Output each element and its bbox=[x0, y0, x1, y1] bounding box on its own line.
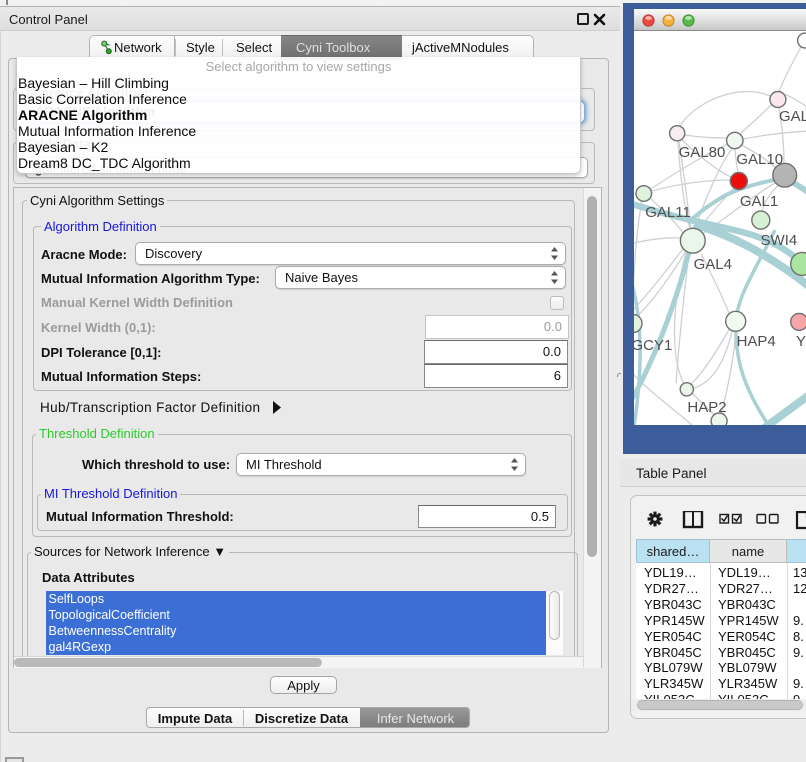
svg-text:GAL11: GAL11 bbox=[645, 204, 691, 221]
svg-text:GAL80: GAL80 bbox=[679, 144, 726, 161]
svg-text:SWI4: SWI4 bbox=[761, 232, 798, 249]
svg-text:Y: Y bbox=[796, 333, 806, 350]
svg-text:HAP4: HAP4 bbox=[737, 333, 776, 350]
svg-text:GAL1: GAL1 bbox=[740, 193, 778, 210]
svg-text:GAL10: GAL10 bbox=[736, 151, 783, 168]
svg-text:HAP2: HAP2 bbox=[687, 399, 726, 416]
svg-text:GCY1: GCY1 bbox=[634, 337, 672, 354]
svg-text:GAL4: GAL4 bbox=[694, 256, 732, 273]
svg-text:GAL2: GAL2 bbox=[779, 108, 806, 125]
